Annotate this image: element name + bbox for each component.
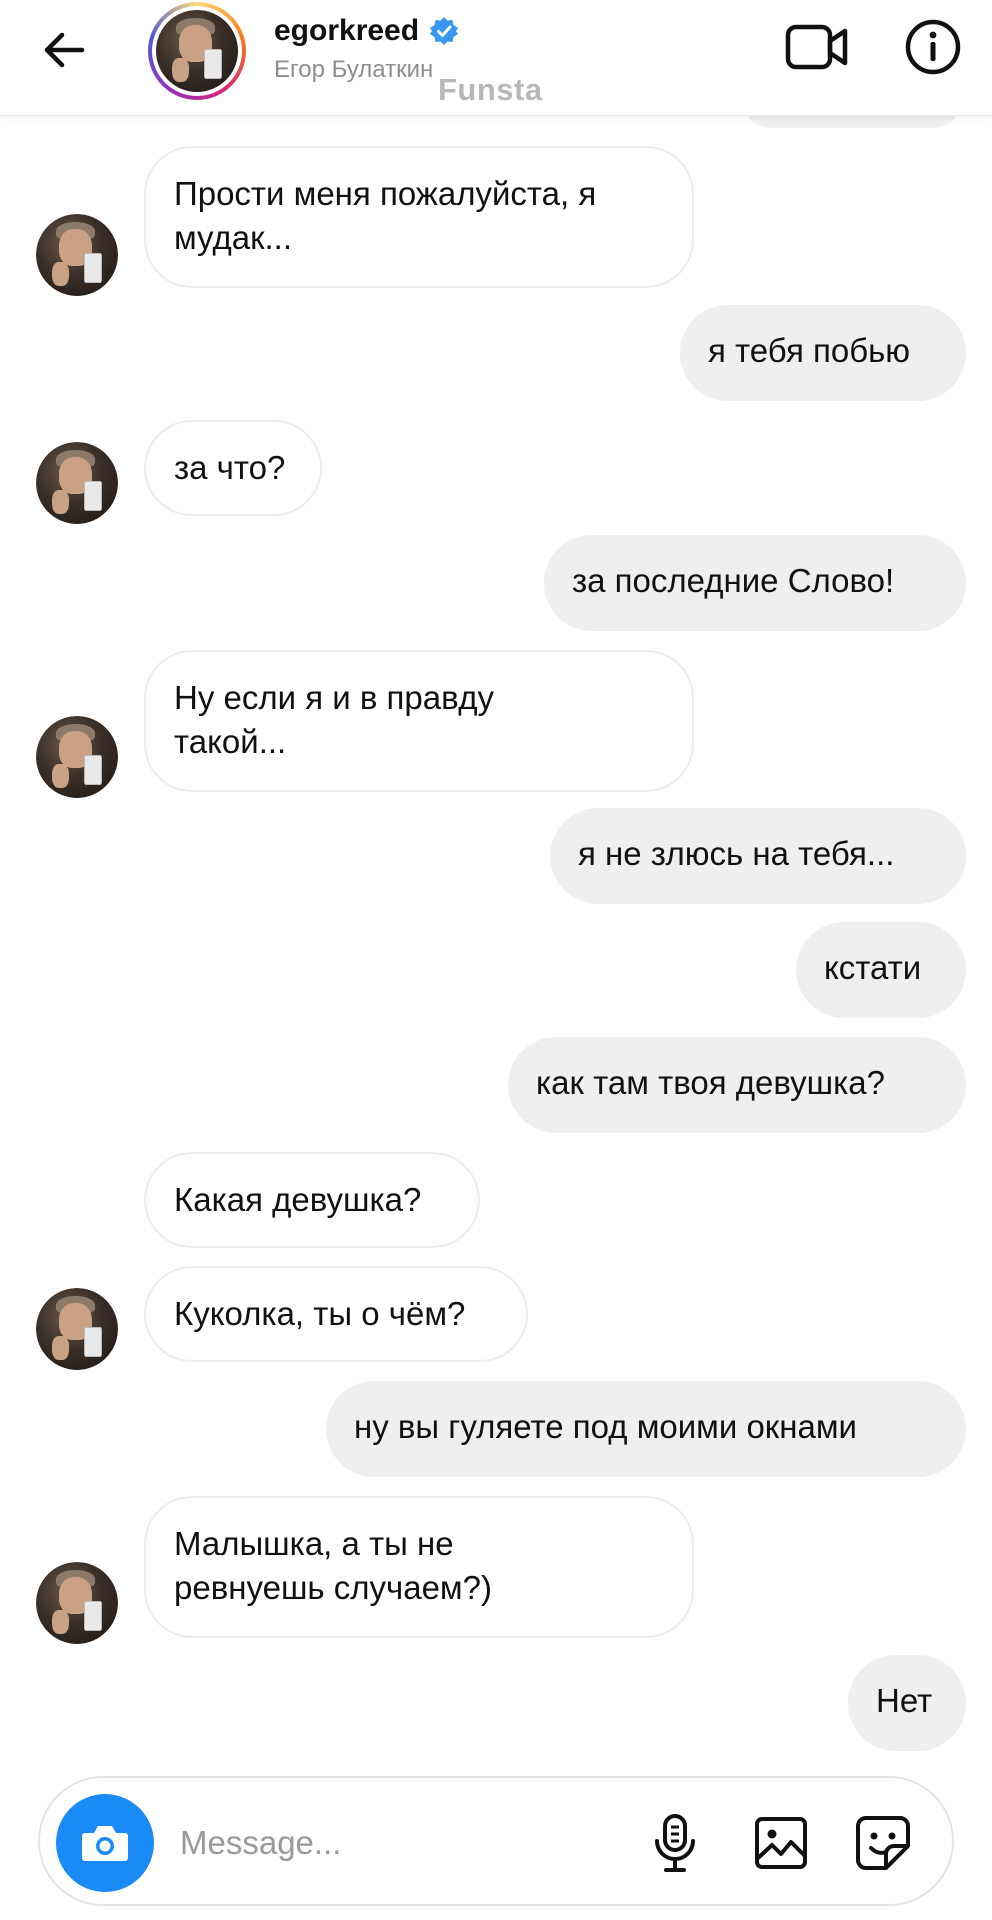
image-icon [755, 1817, 807, 1869]
message-input[interactable] [180, 1814, 540, 1872]
voice-message-button[interactable] [644, 1812, 706, 1874]
sender-avatar[interactable] [36, 442, 118, 524]
header-avatar[interactable] [148, 2, 246, 100]
camera-button[interactable] [56, 1794, 154, 1892]
message-bubble-out[interactable]: я тебя побью [680, 305, 966, 401]
message-bubble-in[interactable]: Какая девушка? [144, 1152, 480, 1248]
sender-avatar[interactable] [36, 716, 118, 798]
message-bubble-in[interactable]: Ну если я и в правду такой... [144, 650, 694, 792]
camera-icon [82, 1826, 128, 1861]
username: egorkreed [274, 14, 420, 47]
sender-avatar[interactable] [36, 1562, 118, 1644]
gallery-button[interactable] [750, 1812, 812, 1874]
sender-avatar[interactable] [36, 1288, 118, 1370]
avatar-image [156, 10, 238, 92]
message-bubble-in[interactable]: Прости меня пожалуйста, я мудак... [144, 146, 694, 288]
arrow-left-icon [44, 32, 85, 68]
microphone-icon [655, 1814, 695, 1872]
full-name: Егор Булаткин [274, 56, 434, 83]
message-bubble-in[interactable]: за что? [144, 420, 322, 516]
info-icon [905, 19, 961, 75]
chat-screen: egorkreed Егор Булаткин Funsta Прости ме… [0, 0, 992, 1920]
sticker-button[interactable] [852, 1812, 914, 1874]
message-composer [38, 1776, 954, 1906]
message-bubble-in[interactable]: Куколка, ты о чём? [144, 1266, 528, 1362]
video-camera-icon [785, 24, 848, 70]
sender-avatar[interactable] [36, 214, 118, 296]
sticker-icon [856, 1816, 910, 1870]
message-bubble-out[interactable]: кстати [796, 922, 966, 1018]
message-bubble-out[interactable]: ну вы гуляете под моими окнами [326, 1381, 966, 1477]
message-bubble-in[interactable]: Малышка, а ты не ревнуешь случаем?) [144, 1496, 694, 1638]
verified-badge-icon [430, 17, 459, 45]
message-bubble-out[interactable]: как там твоя девушка? [508, 1037, 966, 1133]
message-bubble-out[interactable]: я не злюсь на тебя... [550, 808, 966, 904]
message-bubble-out[interactable]: за последние Слово! [544, 535, 966, 631]
chat-header: egorkreed Егор Булаткин Funsta [0, 0, 992, 116]
watermark: Funsta [438, 72, 543, 107]
message-bubble-out[interactable]: Нет [848, 1655, 966, 1751]
username-row[interactable]: egorkreed [274, 14, 459, 48]
info-button[interactable] [902, 16, 964, 78]
video-call-button[interactable] [784, 18, 850, 76]
back-button[interactable] [36, 22, 92, 78]
